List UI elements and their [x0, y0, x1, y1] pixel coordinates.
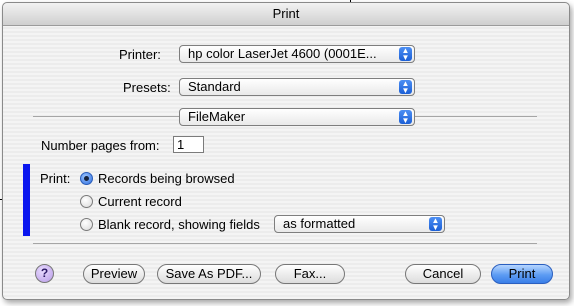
presets-value: Standard [188, 79, 241, 94]
presets-label: Presets: [123, 80, 171, 95]
save-as-pdf-button[interactable]: Save As PDF... [157, 264, 261, 284]
radio-records-browsed-label: Records being browsed [98, 171, 235, 186]
radio-current-record[interactable]: Current record [80, 194, 182, 209]
print-dialog: Print Printer: hp color LaserJet 4600 (0… [2, 2, 570, 300]
panel-value: FileMaker [188, 109, 246, 124]
printer-label: Printer: [119, 47, 161, 62]
popup-arrows-icon: ▲ ▼ [399, 110, 412, 125]
number-pages-label: Number pages from: [41, 138, 160, 153]
preview-button[interactable]: Preview [83, 264, 145, 284]
print-button[interactable]: Print [491, 264, 553, 284]
blank-format-value: as formatted [283, 216, 356, 231]
radio-unselected-icon [80, 195, 93, 208]
radio-selected-icon [80, 172, 93, 185]
popup-arrows-icon: ▲ ▼ [399, 80, 412, 95]
radio-current-record-label: Current record [98, 194, 182, 209]
blank-format-popup[interactable]: as formatted ▲ ▼ [274, 215, 445, 233]
print-label: Print: [40, 171, 71, 186]
dialog-title: Print [3, 3, 569, 26]
presets-popup[interactable]: Standard ▲ ▼ [179, 78, 415, 96]
annotation-bar [23, 164, 30, 236]
printer-value: hp color LaserJet 4600 (0001E... [188, 46, 377, 61]
radio-unselected-icon [80, 218, 93, 231]
cancel-button[interactable]: Cancel [405, 264, 481, 284]
help-button[interactable]: ? [35, 264, 54, 283]
radio-blank-record-label: Blank record, showing fields [98, 217, 260, 232]
section-divider-bottom [33, 243, 537, 244]
radio-blank-record[interactable]: Blank record, showing fields [80, 217, 260, 232]
fax-button[interactable]: Fax... [275, 264, 345, 284]
popup-arrows-icon: ▲ ▼ [429, 217, 442, 232]
radio-records-browsed[interactable]: Records being browsed [80, 171, 235, 186]
popup-arrows-icon: ▲ ▼ [399, 47, 412, 62]
printer-popup[interactable]: hp color LaserJet 4600 (0001E... ▲ ▼ [179, 45, 415, 63]
number-pages-input[interactable]: 1 [173, 136, 204, 153]
panel-popup[interactable]: FileMaker ▲ ▼ [179, 108, 415, 126]
